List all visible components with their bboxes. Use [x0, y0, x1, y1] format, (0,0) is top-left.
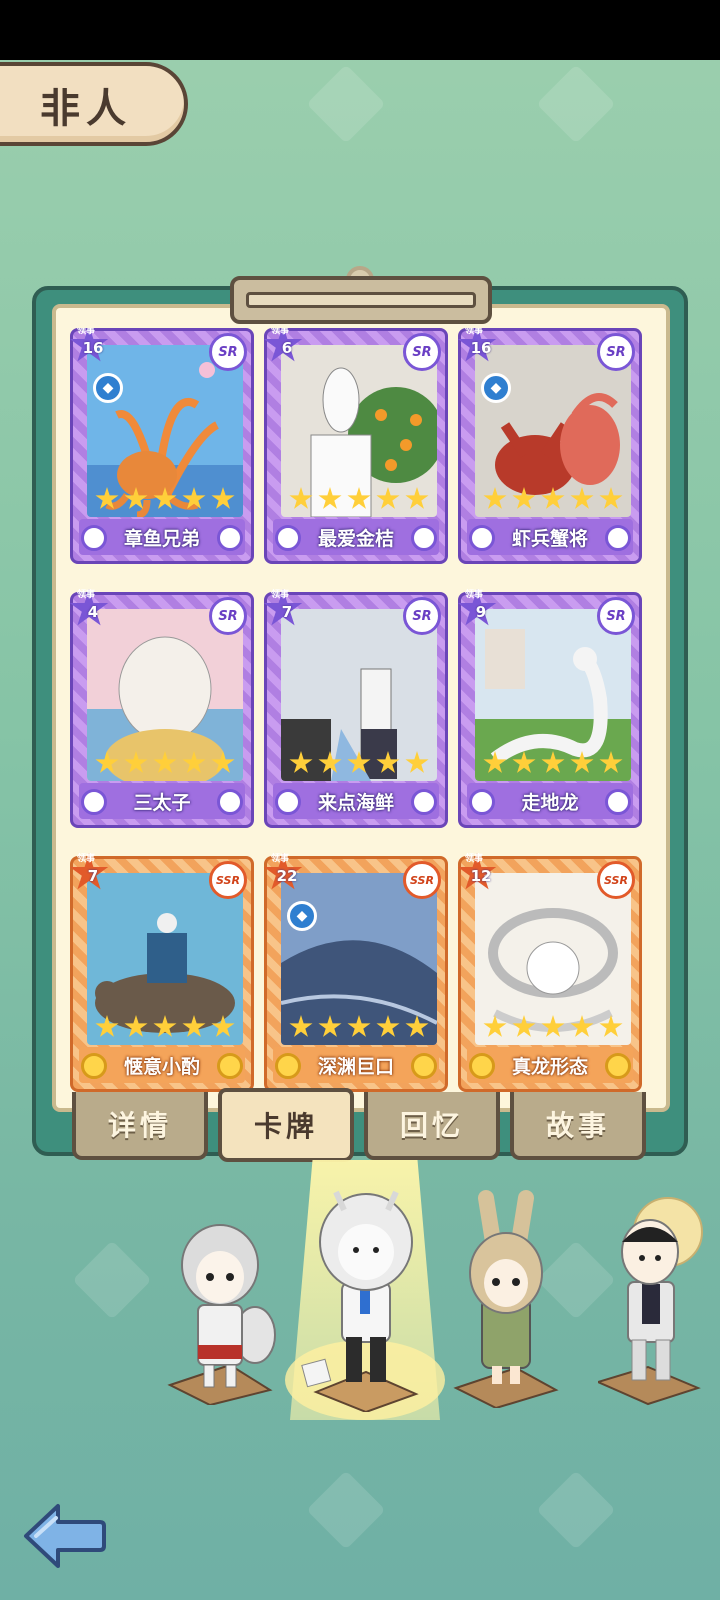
- fish-icon: ◆: [481, 373, 511, 403]
- clipboard-clip: [230, 276, 492, 324]
- star-rating: [289, 751, 429, 775]
- corner-coin: [469, 789, 495, 815]
- fish-icon: ◆: [93, 373, 123, 403]
- level-tag: 领事: [271, 854, 290, 864]
- card-grid[interactable]: 领事 16 SR ◆ 章鱼兄弟 领事 6 SR 最爱金桔 领事 16 SR ◆ …: [70, 328, 652, 1096]
- star-rating: [95, 1015, 235, 1039]
- star-rating: [95, 751, 235, 775]
- level-number: 4: [87, 603, 99, 621]
- page-title: 非人: [40, 86, 132, 132]
- status-bar: [0, 0, 720, 60]
- background-diamond: [306, 1470, 386, 1550]
- fish-icon: ◆: [287, 901, 317, 931]
- corner-coin: [217, 1053, 243, 1079]
- level-number: 7: [281, 603, 293, 621]
- rarity-badge: SR: [403, 333, 441, 371]
- tab-cards[interactable]: 卡牌: [218, 1088, 354, 1162]
- level-number: 16: [470, 339, 492, 357]
- tab-label: 卡牌: [253, 1110, 318, 1143]
- level-tag: 领事: [271, 328, 290, 336]
- card-name: 惬意小酌: [123, 1055, 200, 1078]
- card-true-dragon-form[interactable]: 领事 12 SSR 真龙形态: [457, 853, 642, 1092]
- corner-coin: [217, 789, 243, 815]
- corner-coin: [275, 789, 301, 815]
- card-name: 来点海鲜: [317, 791, 394, 814]
- background-diamond: [72, 1240, 152, 1320]
- character-rabbit-girl[interactable]: [446, 1188, 566, 1408]
- card-name: 章鱼兄弟: [123, 527, 200, 550]
- tab-story[interactable]: 故事: [510, 1092, 646, 1160]
- corner-coin: [275, 1053, 301, 1079]
- card-favorite-kumquat[interactable]: 领事 6 SR 最爱金桔: [263, 328, 448, 564]
- card-abyss-maw[interactable]: 领事 22 SSR ◆ 深渊巨口: [263, 853, 448, 1092]
- star-rating: [483, 487, 623, 511]
- level-number: 6: [281, 339, 293, 357]
- level-tag: 领事: [77, 854, 96, 864]
- rarity-badge: SSR: [403, 861, 441, 899]
- back-arrow-icon: [24, 1504, 106, 1568]
- level-tag: 领事: [465, 328, 484, 336]
- corner-coin: [469, 1053, 495, 1079]
- corner-coin: [605, 1053, 631, 1079]
- background-diamond: [306, 64, 386, 144]
- star-rating: [289, 1015, 429, 1039]
- rarity-badge: SR: [597, 597, 635, 635]
- card-octopus-brothers[interactable]: 领事 16 SR ◆ 章鱼兄弟: [70, 328, 254, 564]
- level-tag: 领事: [77, 328, 96, 336]
- level-number: 12: [470, 867, 492, 885]
- character-suited-man[interactable]: [598, 1192, 710, 1412]
- card-name: 真龙形态: [511, 1055, 588, 1078]
- card-name: 走地龙: [521, 791, 579, 814]
- card-name: 深渊巨口: [317, 1055, 394, 1078]
- star-rating: [483, 1015, 623, 1039]
- card-name: 虾兵蟹将: [511, 527, 588, 550]
- corner-coin: [275, 525, 301, 551]
- character-white-lion[interactable]: [296, 1172, 436, 1412]
- star-rating: [289, 487, 429, 511]
- rarity-badge: SR: [209, 333, 247, 371]
- rarity-badge: SR: [597, 333, 635, 371]
- corner-coin: [605, 525, 631, 551]
- corner-coin: [411, 525, 437, 551]
- level-number: 9: [475, 603, 487, 621]
- level-tag: 领事: [77, 590, 96, 600]
- corner-coin: [605, 789, 631, 815]
- level-tag: 领事: [465, 590, 484, 600]
- rarity-badge: SR: [403, 597, 441, 635]
- corner-coin: [217, 525, 243, 551]
- level-tag: 领事: [271, 590, 290, 600]
- rarity-badge: SSR: [209, 861, 247, 899]
- card-name: 最爱金桔: [317, 527, 394, 550]
- tab-label: 故事: [545, 1109, 610, 1142]
- level-number: 16: [82, 339, 104, 357]
- level-number: 7: [87, 867, 99, 885]
- rarity-badge: SSR: [597, 861, 635, 899]
- level-tag: 领事: [465, 854, 484, 864]
- rarity-badge: SR: [209, 597, 247, 635]
- corner-coin: [411, 1053, 437, 1079]
- background-diamond: [536, 64, 616, 144]
- card-leisurely-drink[interactable]: 领事 7 SSR 惬意小酌: [70, 853, 254, 1092]
- corner-coin: [469, 525, 495, 551]
- tab-label: 回忆: [399, 1109, 464, 1142]
- back-button[interactable]: [22, 1500, 106, 1572]
- card-some-seafood[interactable]: 领事 7 SR 来点海鲜: [263, 589, 448, 828]
- corner-coin: [81, 789, 107, 815]
- card-name: 三太子: [133, 791, 191, 814]
- star-rating: [483, 751, 623, 775]
- character-fox-girl[interactable]: [160, 1215, 280, 1405]
- star-rating: [95, 487, 235, 511]
- tab-details[interactable]: 详情: [72, 1092, 208, 1160]
- corner-coin: [81, 1053, 107, 1079]
- card-third-prince[interactable]: 领事 4 SR 三太子: [70, 589, 254, 828]
- background-diamond: [536, 1470, 616, 1550]
- level-number: 22: [276, 867, 298, 885]
- corner-coin: [411, 789, 437, 815]
- tab-label: 详情: [107, 1109, 172, 1142]
- card-shrimp-crab-soldiers[interactable]: 领事 16 SR ◆ 虾兵蟹将: [457, 328, 642, 564]
- tab-memories[interactable]: 回忆: [364, 1092, 500, 1160]
- card-walking-dragon[interactable]: 领事 9 SR 走地龙: [457, 589, 642, 828]
- corner-coin: [81, 525, 107, 551]
